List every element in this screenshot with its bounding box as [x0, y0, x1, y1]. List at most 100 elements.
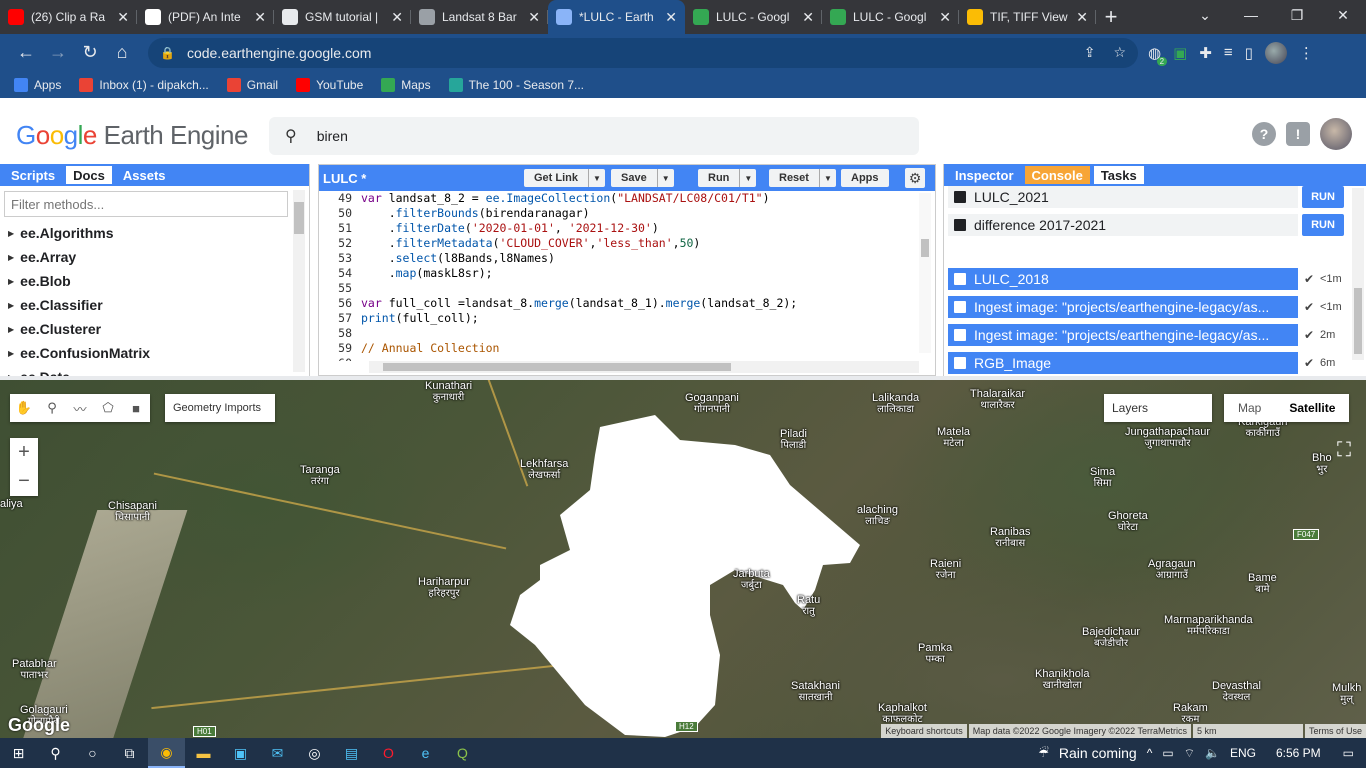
search-icon[interactable]: ⚲: [37, 738, 74, 768]
map-type-satellite[interactable]: Satellite: [1275, 394, 1349, 422]
terms-link[interactable]: Terms of Use: [1304, 724, 1366, 738]
share-icon[interactable]: ⇪: [1084, 44, 1096, 61]
puzzle-icon[interactable]: ✚: [1199, 44, 1212, 62]
tab-inspector[interactable]: Inspector: [948, 166, 1021, 184]
url-input[interactable]: 🔒 code.earthengine.google.com ⇪ ☆: [148, 37, 1138, 68]
task-completed[interactable]: Ingest image: "projects/earthengine-lega…: [948, 324, 1298, 346]
browser-tab[interactable]: TIF, TIFF View ✕: [959, 0, 1096, 34]
menu-kebab-icon[interactable]: ⋮: [1299, 44, 1314, 62]
mail-icon[interactable]: ✉: [259, 738, 296, 768]
bookmark-item[interactable]: Maps: [381, 77, 431, 92]
chevron-down-icon[interactable]: ▼: [818, 169, 836, 187]
browser-tab[interactable]: Landsat 8 Bar ✕: [411, 0, 548, 34]
fullscreen-icon[interactable]: ⛶: [1330, 436, 1358, 464]
docs-list-item[interactable]: ▶ ee.Clusterer: [8, 317, 309, 341]
docs-list-item[interactable]: ▶ ee.ConfusionMatrix: [8, 341, 309, 365]
close-tab-icon[interactable]: ✕: [802, 9, 814, 26]
apps-button[interactable]: Apps: [841, 169, 889, 187]
weather-icon[interactable]: ☔: [1038, 746, 1049, 760]
code-line[interactable]: 56 var full_coll =landsat_8.merge(landsat…: [319, 296, 919, 311]
cortana-icon[interactable]: ○: [74, 738, 111, 768]
chevron-down-icon[interactable]: ▼: [656, 169, 674, 187]
get-link-button[interactable]: Get Link ▼: [524, 169, 605, 187]
home-icon[interactable]: ⌂: [106, 42, 138, 63]
bookmark-item[interactable]: The 100 - Season 7...: [448, 77, 584, 92]
bookmark-item[interactable]: Inbox (1) - dipakch...: [79, 77, 209, 92]
chevron-up-icon[interactable]: ^: [1147, 746, 1153, 760]
close-tab-icon[interactable]: ✕: [939, 9, 951, 26]
chrome-icon[interactable]: ◉: [148, 738, 185, 768]
account-avatar[interactable]: [1320, 118, 1352, 150]
run-task-button[interactable]: RUN: [1302, 186, 1344, 208]
line-draw-icon[interactable]: 〰: [66, 399, 94, 418]
tab-console[interactable]: Console: [1024, 166, 1090, 184]
keyboard-shortcuts-link[interactable]: Keyboard shortcuts: [881, 724, 967, 738]
browser-tab[interactable]: LULC - Googl ✕: [822, 0, 959, 34]
docs-list-item[interactable]: ▶ ee.Array: [8, 245, 309, 269]
hand-pan-icon[interactable]: ✋: [10, 400, 38, 416]
file-explorer-icon[interactable]: ▬: [185, 738, 222, 768]
task-completed[interactable]: LULC_2018: [948, 268, 1298, 290]
run-task-button[interactable]: RUN: [1302, 214, 1344, 236]
feedback-icon[interactable]: !: [1286, 122, 1310, 146]
code-area[interactable]: 49 var landsat_8_2 = ee.ImageCollection("…: [319, 191, 919, 361]
network-icon[interactable]: ⌔: [1184, 746, 1195, 761]
language-indicator[interactable]: ENG: [1230, 746, 1256, 760]
docs-list-item[interactable]: ▶ ee.Blob: [8, 269, 309, 293]
tab-assets[interactable]: Assets: [116, 166, 173, 184]
extension-badge-icon[interactable]: ◍ 2: [1148, 44, 1168, 66]
weather-text[interactable]: Rain coming: [1059, 745, 1137, 761]
browser-tab[interactable]: GSM tutorial | ✕: [274, 0, 411, 34]
restore-icon[interactable]: ❐: [1274, 0, 1320, 30]
notifications-icon[interactable]: ▭: [1343, 746, 1354, 760]
bookmark-star-icon[interactable]: ☆: [1113, 44, 1126, 61]
save-button[interactable]: Save ▼: [611, 169, 674, 187]
close-tab-icon[interactable]: ✕: [1076, 9, 1088, 26]
tab-search-icon[interactable]: ⌄: [1182, 0, 1228, 30]
zoom-out-button[interactable]: −: [10, 467, 38, 496]
edge-icon[interactable]: e: [407, 738, 444, 768]
reset-button[interactable]: Reset ▼: [769, 169, 836, 187]
volume-icon[interactable]: 🔈: [1205, 746, 1220, 760]
geometry-imports-button[interactable]: Geometry Imports: [165, 394, 275, 422]
browser-tab[interactable]: LULC - Googl ✕: [685, 0, 822, 34]
gear-icon[interactable]: ⚙: [905, 168, 925, 188]
profile-avatar[interactable]: [1264, 41, 1287, 64]
zoom-in-button[interactable]: +: [10, 438, 38, 467]
opera-icon[interactable]: O: [370, 738, 407, 768]
code-line[interactable]: 55: [319, 281, 919, 296]
scrollbar-thumb[interactable]: [383, 363, 731, 371]
close-tab-icon[interactable]: ✕: [254, 9, 266, 26]
code-line[interactable]: 57 print(full_coll);: [319, 311, 919, 326]
browser-tab[interactable]: (26) Clip a Ra ✕: [0, 0, 137, 34]
task-view-icon[interactable]: ⧉: [111, 738, 148, 768]
code-line[interactable]: 53 .select(l8Bands,l8Names): [319, 251, 919, 266]
battery-icon[interactable]: ▭: [1162, 746, 1173, 760]
back-icon[interactable]: ←: [10, 42, 42, 63]
close-window-icon[interactable]: ✕: [1320, 0, 1366, 30]
code-line[interactable]: 52 .filterMetadata('CLOUD_COVER','less_t…: [319, 236, 919, 251]
polygon-draw-icon[interactable]: ⬠: [94, 400, 122, 416]
docs-list-item[interactable]: ▶ ee.Classifier: [8, 293, 309, 317]
scrollbar-thumb[interactable]: [294, 202, 304, 234]
app-blue-icon[interactable]: ▤: [333, 738, 370, 768]
earth-engine-logo[interactable]: Google Earth Engine: [16, 120, 248, 151]
editor-horizontal-scrollbar[interactable]: [369, 361, 919, 373]
scrollbar-thumb[interactable]: [921, 239, 929, 257]
media-control-icon[interactable]: ≡: [1224, 44, 1233, 61]
bookmark-item[interactable]: YouTube: [296, 77, 363, 92]
docs-list-item[interactable]: ▶ ee.Algorithms: [8, 221, 309, 245]
run-button[interactable]: Run ▼: [698, 169, 757, 187]
new-tab-button[interactable]: +: [1096, 0, 1126, 34]
bookmark-item[interactable]: Gmail: [226, 77, 278, 92]
close-tab-icon[interactable]: ✕: [117, 9, 129, 26]
map-type-map[interactable]: Map: [1224, 394, 1275, 422]
forward-icon[interactable]: →: [42, 42, 74, 63]
browser-tab[interactable]: (PDF) An Inte ✕: [137, 0, 274, 34]
reload-icon[interactable]: ↻: [74, 42, 106, 63]
windows-start-icon[interactable]: ⊞: [0, 738, 37, 768]
code-line[interactable]: 54 .map(maskL8sr);: [319, 266, 919, 281]
chevron-down-icon[interactable]: ▼: [588, 169, 605, 187]
qgis-icon[interactable]: Q: [444, 738, 481, 768]
code-line[interactable]: 59 // Annual Collection: [319, 341, 919, 356]
